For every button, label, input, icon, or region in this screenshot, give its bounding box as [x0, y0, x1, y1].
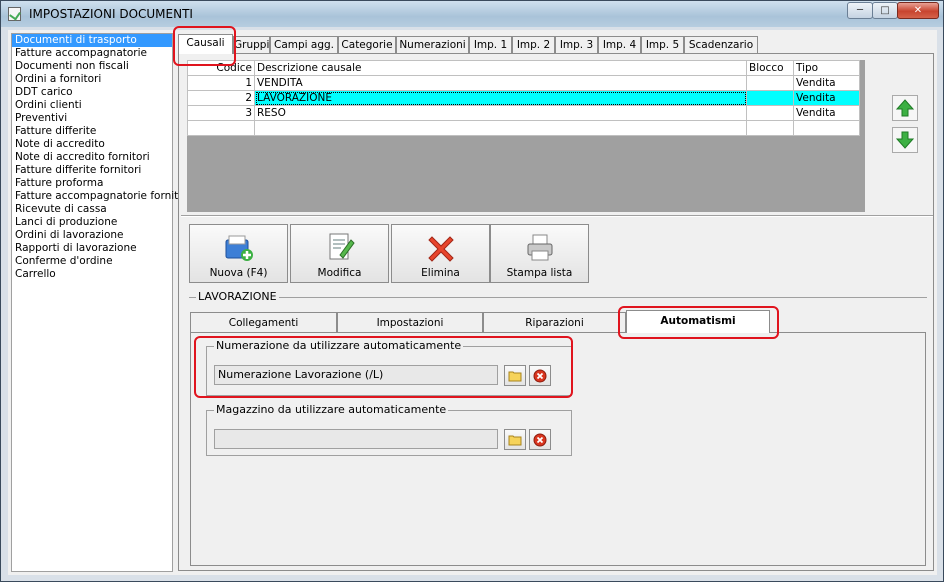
minimize-button[interactable]: ─ — [847, 2, 873, 19]
cell-code[interactable] — [187, 120, 255, 136]
window-title: IMPOSTAZIONI DOCUMENTI — [29, 7, 193, 21]
tab-imp-5[interactable]: Imp. 5 — [641, 36, 684, 53]
cell-code[interactable]: 2 — [187, 90, 255, 106]
table-header-row: Codice Descrizione causale Blocco Tipo — [187, 60, 860, 76]
cell-description[interactable] — [254, 120, 747, 136]
column-header-block[interactable]: Blocco — [746, 60, 794, 76]
cell-description[interactable]: LAVORAZIONE — [254, 90, 747, 106]
details-group-title: LAVORAZIONE — [196, 290, 279, 303]
list-item[interactable]: Fatture accompagnatorie fornitori — [12, 190, 192, 203]
annotation-highlight-automatismi-tab — [618, 306, 779, 339]
warehouse-field[interactable] — [214, 429, 498, 449]
new-button[interactable]: Nuova (F4) — [189, 224, 288, 283]
tab-categorie[interactable]: Categorie — [338, 36, 396, 53]
list-item[interactable]: Fatture differite fornitori — [12, 164, 172, 177]
list-item[interactable]: Rapporti di lavorazione — [12, 242, 172, 255]
edit-icon — [329, 233, 355, 260]
list-item[interactable]: Ordini a fornitori — [12, 73, 172, 86]
subtab-impostazioni[interactable]: Impostazioni — [337, 312, 483, 332]
list-item[interactable]: Carrello — [12, 268, 172, 281]
list-item[interactable]: DDT carico — [12, 86, 172, 99]
tab-imp-4[interactable]: Imp. 4 — [598, 36, 641, 53]
document-type-list[interactable]: Documenti di trasporto Fatture accompagn… — [11, 33, 192, 572]
annotation-highlight-numbering-group — [194, 336, 573, 398]
causali-table: Codice Descrizione causale Blocco Tipo 1… — [187, 60, 860, 136]
printer-icon — [527, 234, 553, 261]
delete-button[interactable]: Elimina — [391, 224, 490, 283]
edit-button[interactable]: Modifica — [290, 224, 389, 283]
title-bar[interactable]: IMPOSTAZIONI DOCUMENTI ─ □ ✕ — [1, 1, 943, 27]
table-row[interactable]: 3 RESO Vendita — [187, 105, 860, 121]
tab-campi-agg[interactable]: Campi agg. — [270, 36, 338, 53]
list-item[interactable]: Preventivi — [12, 112, 172, 125]
list-item[interactable]: Ricevute di cassa — [12, 203, 172, 216]
app-icon — [8, 7, 21, 21]
table-row-new[interactable] — [187, 120, 860, 136]
divider — [181, 215, 933, 217]
print-list-button[interactable]: Stampa lista — [490, 224, 589, 283]
warehouse-legend: Magazzino da utilizzare automaticamente — [214, 403, 449, 416]
move-down-button[interactable] — [892, 127, 918, 153]
cell-type[interactable]: Vendita — [793, 105, 860, 121]
tab-imp-2[interactable]: Imp. 2 — [512, 36, 555, 53]
annotation-highlight-causali-tab — [173, 26, 236, 66]
tab-imp-1[interactable]: Imp. 1 — [469, 36, 512, 53]
causali-grid[interactable]: Codice Descrizione causale Blocco Tipo 1… — [187, 60, 865, 212]
app-window: IMPOSTAZIONI DOCUMENTI ─ □ ✕ Documenti d… — [0, 0, 944, 582]
list-item[interactable]: Fatture accompagnatorie — [12, 47, 172, 60]
list-item[interactable]: Lanci di produzione — [12, 216, 172, 229]
details-group-border — [189, 297, 927, 298]
arrow-down-icon — [896, 131, 914, 149]
cell-description[interactable]: RESO — [254, 105, 747, 121]
list-item[interactable]: Conferme d'ordine — [12, 255, 172, 268]
warehouse-clear-button[interactable] — [529, 429, 551, 450]
warehouse-browse-button[interactable] — [504, 429, 526, 450]
list-item[interactable]: Documenti non fiscali — [12, 60, 172, 73]
new-button-label: Nuova (F4) — [209, 267, 268, 279]
cell-type[interactable]: Vendita — [793, 90, 860, 106]
list-item[interactable]: Note di accredito — [12, 138, 172, 151]
delete-icon — [428, 236, 454, 262]
tab-gruppi[interactable]: Gruppi — [233, 36, 270, 53]
new-document-icon — [225, 235, 253, 261]
list-item[interactable]: Fatture proforma — [12, 177, 172, 190]
warehouse-group: Magazzino da utilizzare automaticamente — [206, 403, 572, 456]
list-item[interactable]: Documenti di trasporto — [12, 34, 172, 47]
arrow-up-icon — [896, 99, 914, 117]
column-header-type[interactable]: Tipo — [793, 60, 860, 76]
clear-icon — [533, 433, 547, 447]
table-row-selected[interactable]: 2 LAVORAZIONE Vendita — [187, 90, 860, 106]
cell-block[interactable] — [746, 120, 794, 136]
cell-block[interactable] — [746, 105, 794, 121]
tab-numerazioni[interactable]: Numerazioni — [396, 36, 469, 53]
delete-button-label: Elimina — [421, 267, 460, 279]
table-row[interactable]: 1 VENDITA Vendita — [187, 75, 860, 91]
client-area: Documenti di trasporto Fatture accompagn… — [8, 30, 937, 575]
cell-type[interactable] — [793, 120, 860, 136]
list-item[interactable]: Fatture differite — [12, 125, 172, 138]
cell-type[interactable]: Vendita — [793, 75, 860, 91]
subtab-collegamenti[interactable]: Collegamenti — [190, 312, 337, 332]
close-button[interactable]: ✕ — [897, 2, 939, 19]
cell-block[interactable] — [746, 90, 794, 106]
tab-imp-3[interactable]: Imp. 3 — [555, 36, 598, 53]
subtab-riparazioni[interactable]: Riparazioni — [483, 312, 626, 332]
cell-block[interactable] — [746, 75, 794, 91]
edit-button-label: Modifica — [317, 267, 362, 279]
print-list-button-label: Stampa lista — [506, 267, 573, 279]
list-item[interactable]: Ordini clienti — [12, 99, 172, 112]
folder-icon — [508, 435, 522, 446]
cell-code[interactable]: 3 — [187, 105, 255, 121]
column-header-description[interactable]: Descrizione causale — [254, 60, 747, 76]
cell-description[interactable]: VENDITA — [254, 75, 747, 91]
maximize-button[interactable]: □ — [872, 2, 898, 19]
cell-code[interactable]: 1 — [187, 75, 255, 91]
move-up-button[interactable] — [892, 95, 918, 121]
list-item[interactable]: Ordini di lavorazione — [12, 229, 172, 242]
tab-scadenzario[interactable]: Scadenzario — [684, 36, 758, 53]
list-item[interactable]: Note di accredito fornitori — [12, 151, 172, 164]
